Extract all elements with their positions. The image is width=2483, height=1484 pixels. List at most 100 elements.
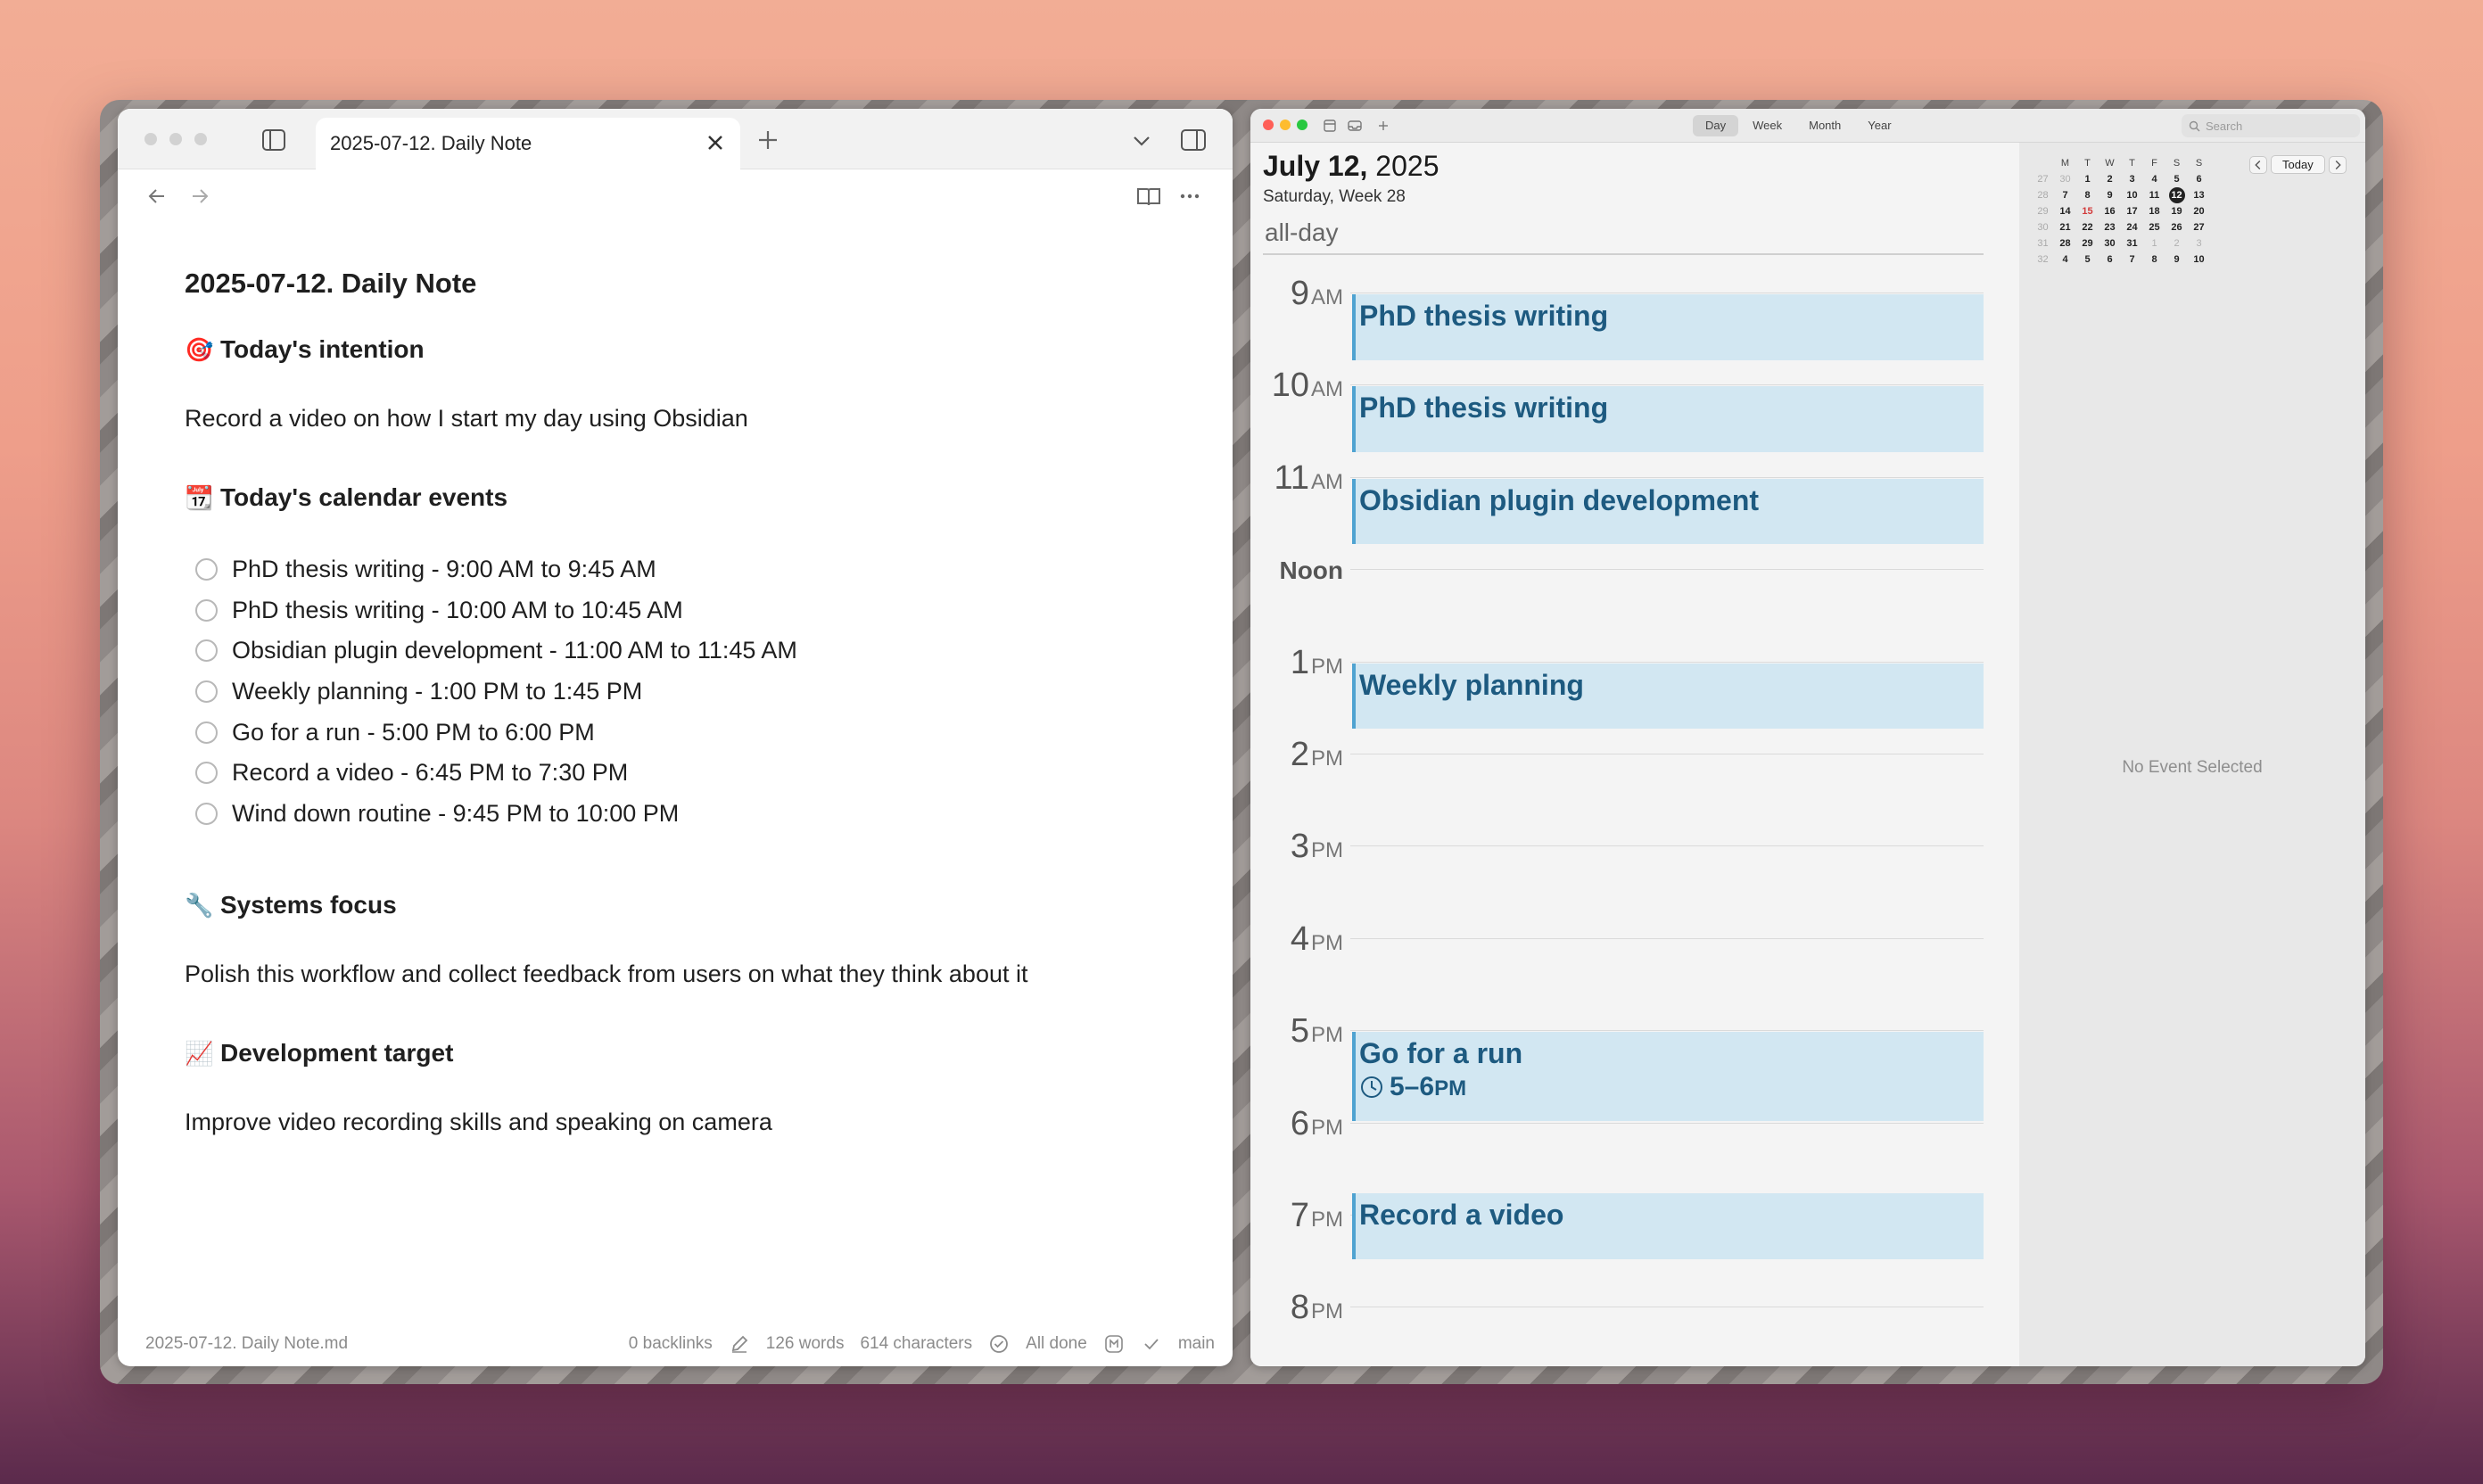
tab-day[interactable]: Day [1693,115,1739,136]
tab-month[interactable]: Month [1796,115,1853,136]
word-count[interactable]: 126 words [766,1334,845,1354]
mini-calendar-day[interactable]: 6 [2099,251,2121,268]
inbox-icon[interactable] [1347,118,1363,134]
mini-calendar-day[interactable]: 10 [2188,251,2210,268]
calendar-event[interactable]: PhD thesis writing [1352,386,1984,452]
hour-gridline [1350,1122,1984,1124]
minimize-window-button[interactable] [169,133,182,145]
calendar-event[interactable]: PhD thesis writing [1352,294,1984,360]
sync-status[interactable]: All done [1026,1334,1087,1354]
task-checkbox[interactable] [195,680,218,704]
mini-calendar-day[interactable]: 18 [2143,203,2165,219]
search-input[interactable]: Search [2182,114,2360,137]
mini-calendar-day[interactable]: 23 [2099,219,2121,235]
sync-check-icon[interactable] [988,1333,1010,1355]
mini-calendar-day[interactable]: 4 [2054,251,2076,268]
mini-calendar-day[interactable]: 24 [2121,219,2143,235]
task-checkbox[interactable] [195,598,218,622]
mini-calendar-day[interactable]: 25 [2143,219,2165,235]
character-count[interactable]: 614 characters [860,1334,972,1354]
mini-calendar-day[interactable]: 9 [2165,251,2188,268]
mini-calendar-day[interactable]: 1 [2143,235,2165,251]
mini-calendar-day[interactable]: 17 [2121,203,2143,219]
calendar-list-icon[interactable] [1322,118,1338,134]
task-checkbox[interactable] [195,802,218,825]
mini-calendar-day[interactable]: 3 [2121,171,2143,187]
hour-label: 1PM [1290,643,1343,681]
close-window-button[interactable] [1263,120,1274,130]
markdown-icon[interactable] [1103,1333,1125,1355]
calendar-event[interactable]: Go for a run 5–6PM [1352,1032,1984,1121]
close-window-button[interactable] [144,133,157,145]
mini-calendar-day[interactable]: 30 [2054,171,2076,187]
task-checkbox[interactable] [195,762,218,785]
git-branch[interactable]: main [1178,1334,1215,1354]
mini-calendar-day[interactable]: 9 [2099,187,2121,203]
mini-calendar-day[interactable]: 8 [2076,187,2099,203]
mini-calendar-day[interactable]: 28 [2054,235,2076,251]
task-checkbox[interactable] [195,721,218,744]
chevron-down-icon[interactable] [1129,128,1154,153]
pencil-icon[interactable] [729,1333,750,1355]
mini-calendar-day[interactable]: 2 [2165,235,2188,251]
mini-calendar-day[interactable]: 15 [2076,203,2099,219]
more-options-icon[interactable] [1176,182,1204,210]
left-sidebar-toggle-icon[interactable] [260,127,287,153]
zoom-window-button[interactable] [1297,120,1307,130]
calendar-event[interactable]: Obsidian plugin development [1352,478,1984,545]
right-sidebar-toggle-icon[interactable] [1179,127,1208,153]
mini-calendar-day[interactable]: 12 [2165,187,2188,203]
mini-calendar-day[interactable]: 7 [2121,251,2143,268]
calendar-toolbar: Day Week Month Year Search [1250,109,2365,143]
mini-calendar-day[interactable]: 14 [2054,203,2076,219]
mini-calendar-day[interactable]: 19 [2165,203,2188,219]
chevron-right-icon[interactable] [2328,155,2347,174]
mini-calendar-day[interactable]: 13 [2188,187,2210,203]
backlinks-count[interactable]: 0 backlinks [629,1334,713,1354]
mini-calendar-day[interactable]: 21 [2054,219,2076,235]
mini-calendar-day[interactable]: 2 [2099,171,2121,187]
calendar-event[interactable]: Weekly planning [1352,663,1984,730]
task-checkbox[interactable] [195,558,218,581]
day-view[interactable]: July 12, 2025 Saturday, Week 28 all-day … [1250,143,2019,1366]
mini-calendar-day[interactable]: 3 [2188,235,2210,251]
book-open-icon[interactable] [1134,182,1163,210]
window-controls[interactable] [144,133,207,145]
mini-calendar-day[interactable]: 27 [2188,219,2210,235]
mini-calendar-day[interactable]: 16 [2099,203,2121,219]
mini-calendar-day[interactable]: 5 [2076,251,2099,268]
tab-week[interactable]: Week [1740,115,1794,136]
tab-daily-note[interactable]: 2025-07-12. Daily Note [316,118,740,169]
task-checkbox[interactable] [195,639,218,663]
mini-calendar-day[interactable]: 29 [2076,235,2099,251]
mini-calendar[interactable]: MTWTFSS 27 30 1 2 3 4 5 6 28 7 8 9 10 11 12 13 29 14 15 16 1… [2032,155,2210,268]
mini-calendar-day[interactable]: 1 [2076,171,2099,187]
mini-calendar-day[interactable]: 26 [2165,219,2188,235]
note-content[interactable]: 2025-07-12. Daily Note 🎯 Today's intenti… [185,268,1210,1183]
mini-calendar-day[interactable]: 5 [2165,171,2188,187]
mini-calendar-day[interactable]: 30 [2099,235,2121,251]
arrow-right-icon[interactable] [186,182,214,210]
search-placeholder: Search [2206,119,2243,133]
mini-calendar-day[interactable]: 20 [2188,203,2210,219]
mini-calendar-day[interactable]: 10 [2121,187,2143,203]
checkmark-icon[interactable] [1141,1333,1162,1355]
mini-calendar-day[interactable]: 31 [2121,235,2143,251]
close-icon[interactable] [703,130,728,155]
zoom-window-button[interactable] [194,133,207,145]
window-controls[interactable] [1263,120,1307,130]
mini-calendar-day[interactable]: 22 [2076,219,2099,235]
minimize-window-button[interactable] [1280,120,1291,130]
today-button[interactable]: Today [2271,155,2325,174]
arrow-left-icon[interactable] [143,182,171,210]
mini-calendar-day[interactable]: 11 [2143,187,2165,203]
new-tab-plus-icon[interactable] [753,125,783,155]
chevron-left-icon[interactable] [2249,155,2267,174]
tab-year[interactable]: Year [1855,115,1903,136]
add-event-plus-icon[interactable] [1375,118,1391,134]
mini-calendar-day[interactable]: 6 [2188,171,2210,187]
mini-calendar-day[interactable]: 8 [2143,251,2165,268]
calendar-event[interactable]: Record a video [1352,1193,1984,1259]
mini-calendar-day[interactable]: 7 [2054,187,2076,203]
mini-calendar-day[interactable]: 4 [2143,171,2165,187]
